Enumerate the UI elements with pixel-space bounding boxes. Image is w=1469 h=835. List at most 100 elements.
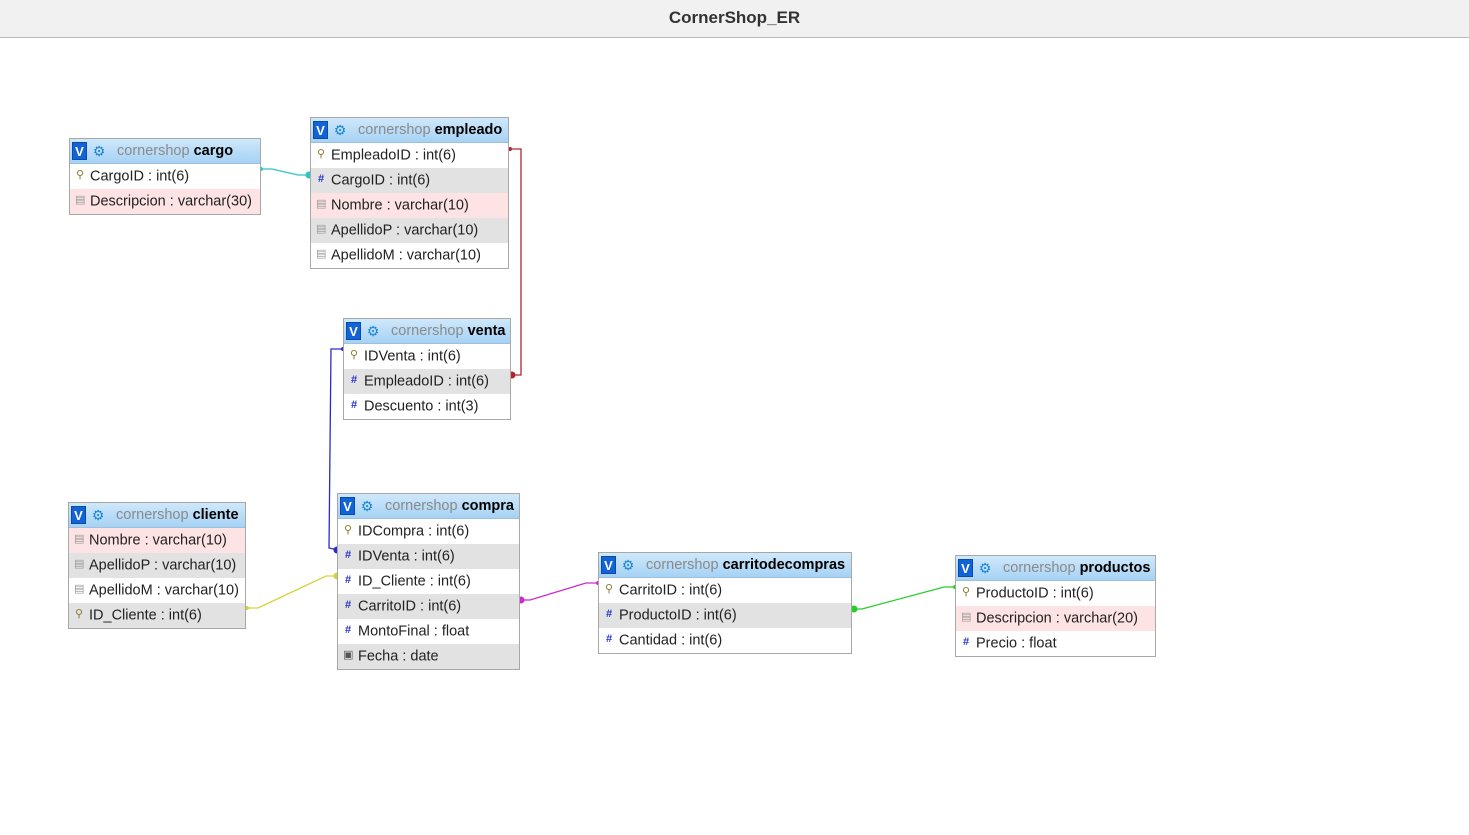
table-header[interactable]: V ⚙ cornershop compra <box>338 494 519 519</box>
relation-empleado-cargo[interactable] <box>259 167 313 179</box>
column-list: ⚲ EmpleadoID : int(6) # CargoID : int(6) ▤ No… <box>311 143 508 268</box>
column-row[interactable]: # CargoID : int(6) <box>311 168 508 193</box>
relation-carrito-productos[interactable] <box>850 585 958 613</box>
column-label: ID_Cliente : int(6) <box>89 607 202 624</box>
column-row[interactable]: # IDVenta : int(6) <box>338 544 519 569</box>
table-header[interactable]: V ⚙ cornershop cargo <box>70 139 260 164</box>
column-label: CarritoID : int(6) <box>619 582 723 599</box>
column-row[interactable]: ⚲ ProductoID : int(6) <box>956 581 1155 606</box>
number-icon: # <box>350 374 358 386</box>
column-row[interactable]: # EmpleadoID : int(6) <box>344 369 510 394</box>
table-header[interactable]: V ⚙ cornershop empleado <box>311 118 508 143</box>
toggle-icon[interactable]: V <box>340 497 355 515</box>
column-row[interactable]: # ID_Cliente : int(6) <box>338 569 519 594</box>
table-name: productos <box>1079 560 1151 576</box>
column-row[interactable]: ▤ Descripcion : varchar(30) <box>70 189 260 214</box>
column-row[interactable]: ▤ Descripcion : varchar(20) <box>956 606 1155 631</box>
column-row[interactable]: ▤ Nombre : varchar(10) <box>69 528 245 553</box>
table-name: compra <box>461 498 514 514</box>
toggle-icon[interactable]: V <box>346 322 361 340</box>
column-row[interactable]: ⚲ ID_Cliente : int(6) <box>69 603 245 628</box>
gear-icon[interactable]: ⚙ <box>977 556 993 580</box>
key-icon: ⚲ <box>75 169 85 181</box>
table-carritodecompras[interactable]: V ⚙ cornershop carritodecompras ⚲ CarritoID… <box>598 552 852 654</box>
table-venta[interactable]: V ⚙ cornershop venta ⚲ IDVenta : int(6) # Emp… <box>343 318 511 420</box>
column-label: Cantidad : int(6) <box>619 632 723 649</box>
gear-icon[interactable]: ⚙ <box>359 494 375 518</box>
column-row[interactable]: # MontoFinal : float <box>338 619 519 644</box>
relation-compra-cliente[interactable] <box>245 572 341 611</box>
toggle-icon[interactable]: V <box>313 121 328 139</box>
column-label: Descripcion : varchar(20) <box>976 610 1138 627</box>
column-row[interactable]: # ProductoID : int(6) <box>599 603 851 628</box>
column-row[interactable]: # Descuento : int(3) <box>344 394 510 419</box>
number-icon: # <box>350 399 358 411</box>
column-row[interactable]: ⚲ IDCompra : int(6) <box>338 519 519 544</box>
column-row[interactable]: # Precio : float <box>956 631 1155 656</box>
text-icon: ▤ <box>316 198 327 210</box>
table-schema: cornershop <box>646 557 719 573</box>
column-row[interactable]: ▣ Fecha : date <box>338 644 519 669</box>
gear-icon[interactable]: ⚙ <box>90 503 106 527</box>
table-header[interactable]: V ⚙ cornershop carritodecompras <box>599 553 851 578</box>
column-list: ▤ Nombre : varchar(10) ▤ ApellidoP : varcha… <box>69 528 245 628</box>
column-list: ⚲ CargoID : int(6) ▤ Descripcion : varchar(… <box>70 164 260 214</box>
table-cliente[interactable]: V ⚙ cornershop cliente ▤ Nombre : varchar(1… <box>68 502 246 629</box>
column-label: Descripcion : varchar(30) <box>90 193 252 210</box>
toggle-icon[interactable]: V <box>72 142 87 160</box>
toggle-icon[interactable]: V <box>958 559 973 577</box>
column-label: Nombre : varchar(10) <box>89 532 227 549</box>
table-name: venta <box>467 323 506 339</box>
column-label: Precio : float <box>976 635 1057 652</box>
toggle-icon[interactable]: V <box>71 506 86 524</box>
diagram-title: CornerShop_ER <box>0 0 1469 38</box>
text-icon: ▤ <box>74 583 85 595</box>
toggle-icon[interactable]: V <box>601 556 616 574</box>
column-list: ⚲ CarritoID : int(6) # ProductoID : int(6) #… <box>599 578 851 653</box>
text-icon: ▤ <box>75 194 86 206</box>
column-row[interactable]: ⚲ CarritoID : int(6) <box>599 578 851 603</box>
number-icon: # <box>605 608 613 620</box>
table-header[interactable]: V ⚙ cornershop venta <box>344 319 510 344</box>
number-icon: # <box>317 173 325 185</box>
relation-line <box>260 168 310 176</box>
table-name: carritodecompras <box>722 557 846 573</box>
gear-icon[interactable]: ⚙ <box>620 553 636 577</box>
column-row[interactable]: ▤ ApellidoP : varchar(10) <box>311 218 508 243</box>
table-empleado[interactable]: V ⚙ cornershop empleado ⚲ EmpleadoID : int(… <box>310 117 509 269</box>
table-header[interactable]: V ⚙ cornershop cliente <box>69 503 245 528</box>
column-row[interactable]: ▤ ApellidoM : varchar(10) <box>69 578 245 603</box>
column-row[interactable]: ▤ ApellidoP : varchar(10) <box>69 553 245 578</box>
table-cargo[interactable]: V ⚙ cornershop cargo ⚲ CargoID : int(6) ▤ Des… <box>69 138 261 215</box>
table-header[interactable]: V ⚙ cornershop productos <box>956 556 1155 581</box>
column-row[interactable]: # Cantidad : int(6) <box>599 628 851 653</box>
column-row[interactable]: ▤ Nombre : varchar(10) <box>311 193 508 218</box>
table-productos[interactable]: V ⚙ cornershop productos ⚲ ProductoID : int… <box>955 555 1156 657</box>
table-compra[interactable]: V ⚙ cornershop compra ⚲ IDCompra : int(6) # I… <box>337 493 520 670</box>
number-icon: # <box>344 599 352 611</box>
column-row[interactable]: ⚲ CargoID : int(6) <box>70 164 260 189</box>
table-name: cargo <box>193 143 234 159</box>
column-label: ID_Cliente : int(6) <box>358 573 471 590</box>
column-label: ProductoID : int(6) <box>976 585 1094 602</box>
column-row[interactable]: ▤ ApellidoM : varchar(10) <box>311 243 508 268</box>
relation-compra-carrito[interactable] <box>517 581 601 604</box>
gear-icon[interactable]: ⚙ <box>365 319 381 343</box>
gear-icon[interactable]: ⚙ <box>332 118 348 142</box>
column-label: ApellidoP : varchar(10) <box>331 222 479 239</box>
column-label: CarritoID : int(6) <box>358 598 462 615</box>
column-label: Descuento : int(3) <box>364 398 479 415</box>
column-label: ApellidoM : varchar(10) <box>331 247 481 264</box>
table-name: cliente <box>192 507 239 523</box>
key-icon: ⚲ <box>74 608 84 620</box>
column-label: Fecha : date <box>358 648 439 665</box>
column-row[interactable]: ⚲ IDVenta : int(6) <box>344 344 510 369</box>
column-row[interactable]: ⚲ EmpleadoID : int(6) <box>311 143 508 168</box>
text-icon: ▤ <box>316 248 327 260</box>
gear-icon[interactable]: ⚙ <box>91 139 107 163</box>
column-label: CargoID : int(6) <box>331 172 431 189</box>
relation-line <box>852 586 955 610</box>
number-icon: # <box>344 549 352 561</box>
column-row[interactable]: # CarritoID : int(6) <box>338 594 519 619</box>
column-list: ⚲ ProductoID : int(6) ▤ Descripcion : varch… <box>956 581 1155 656</box>
